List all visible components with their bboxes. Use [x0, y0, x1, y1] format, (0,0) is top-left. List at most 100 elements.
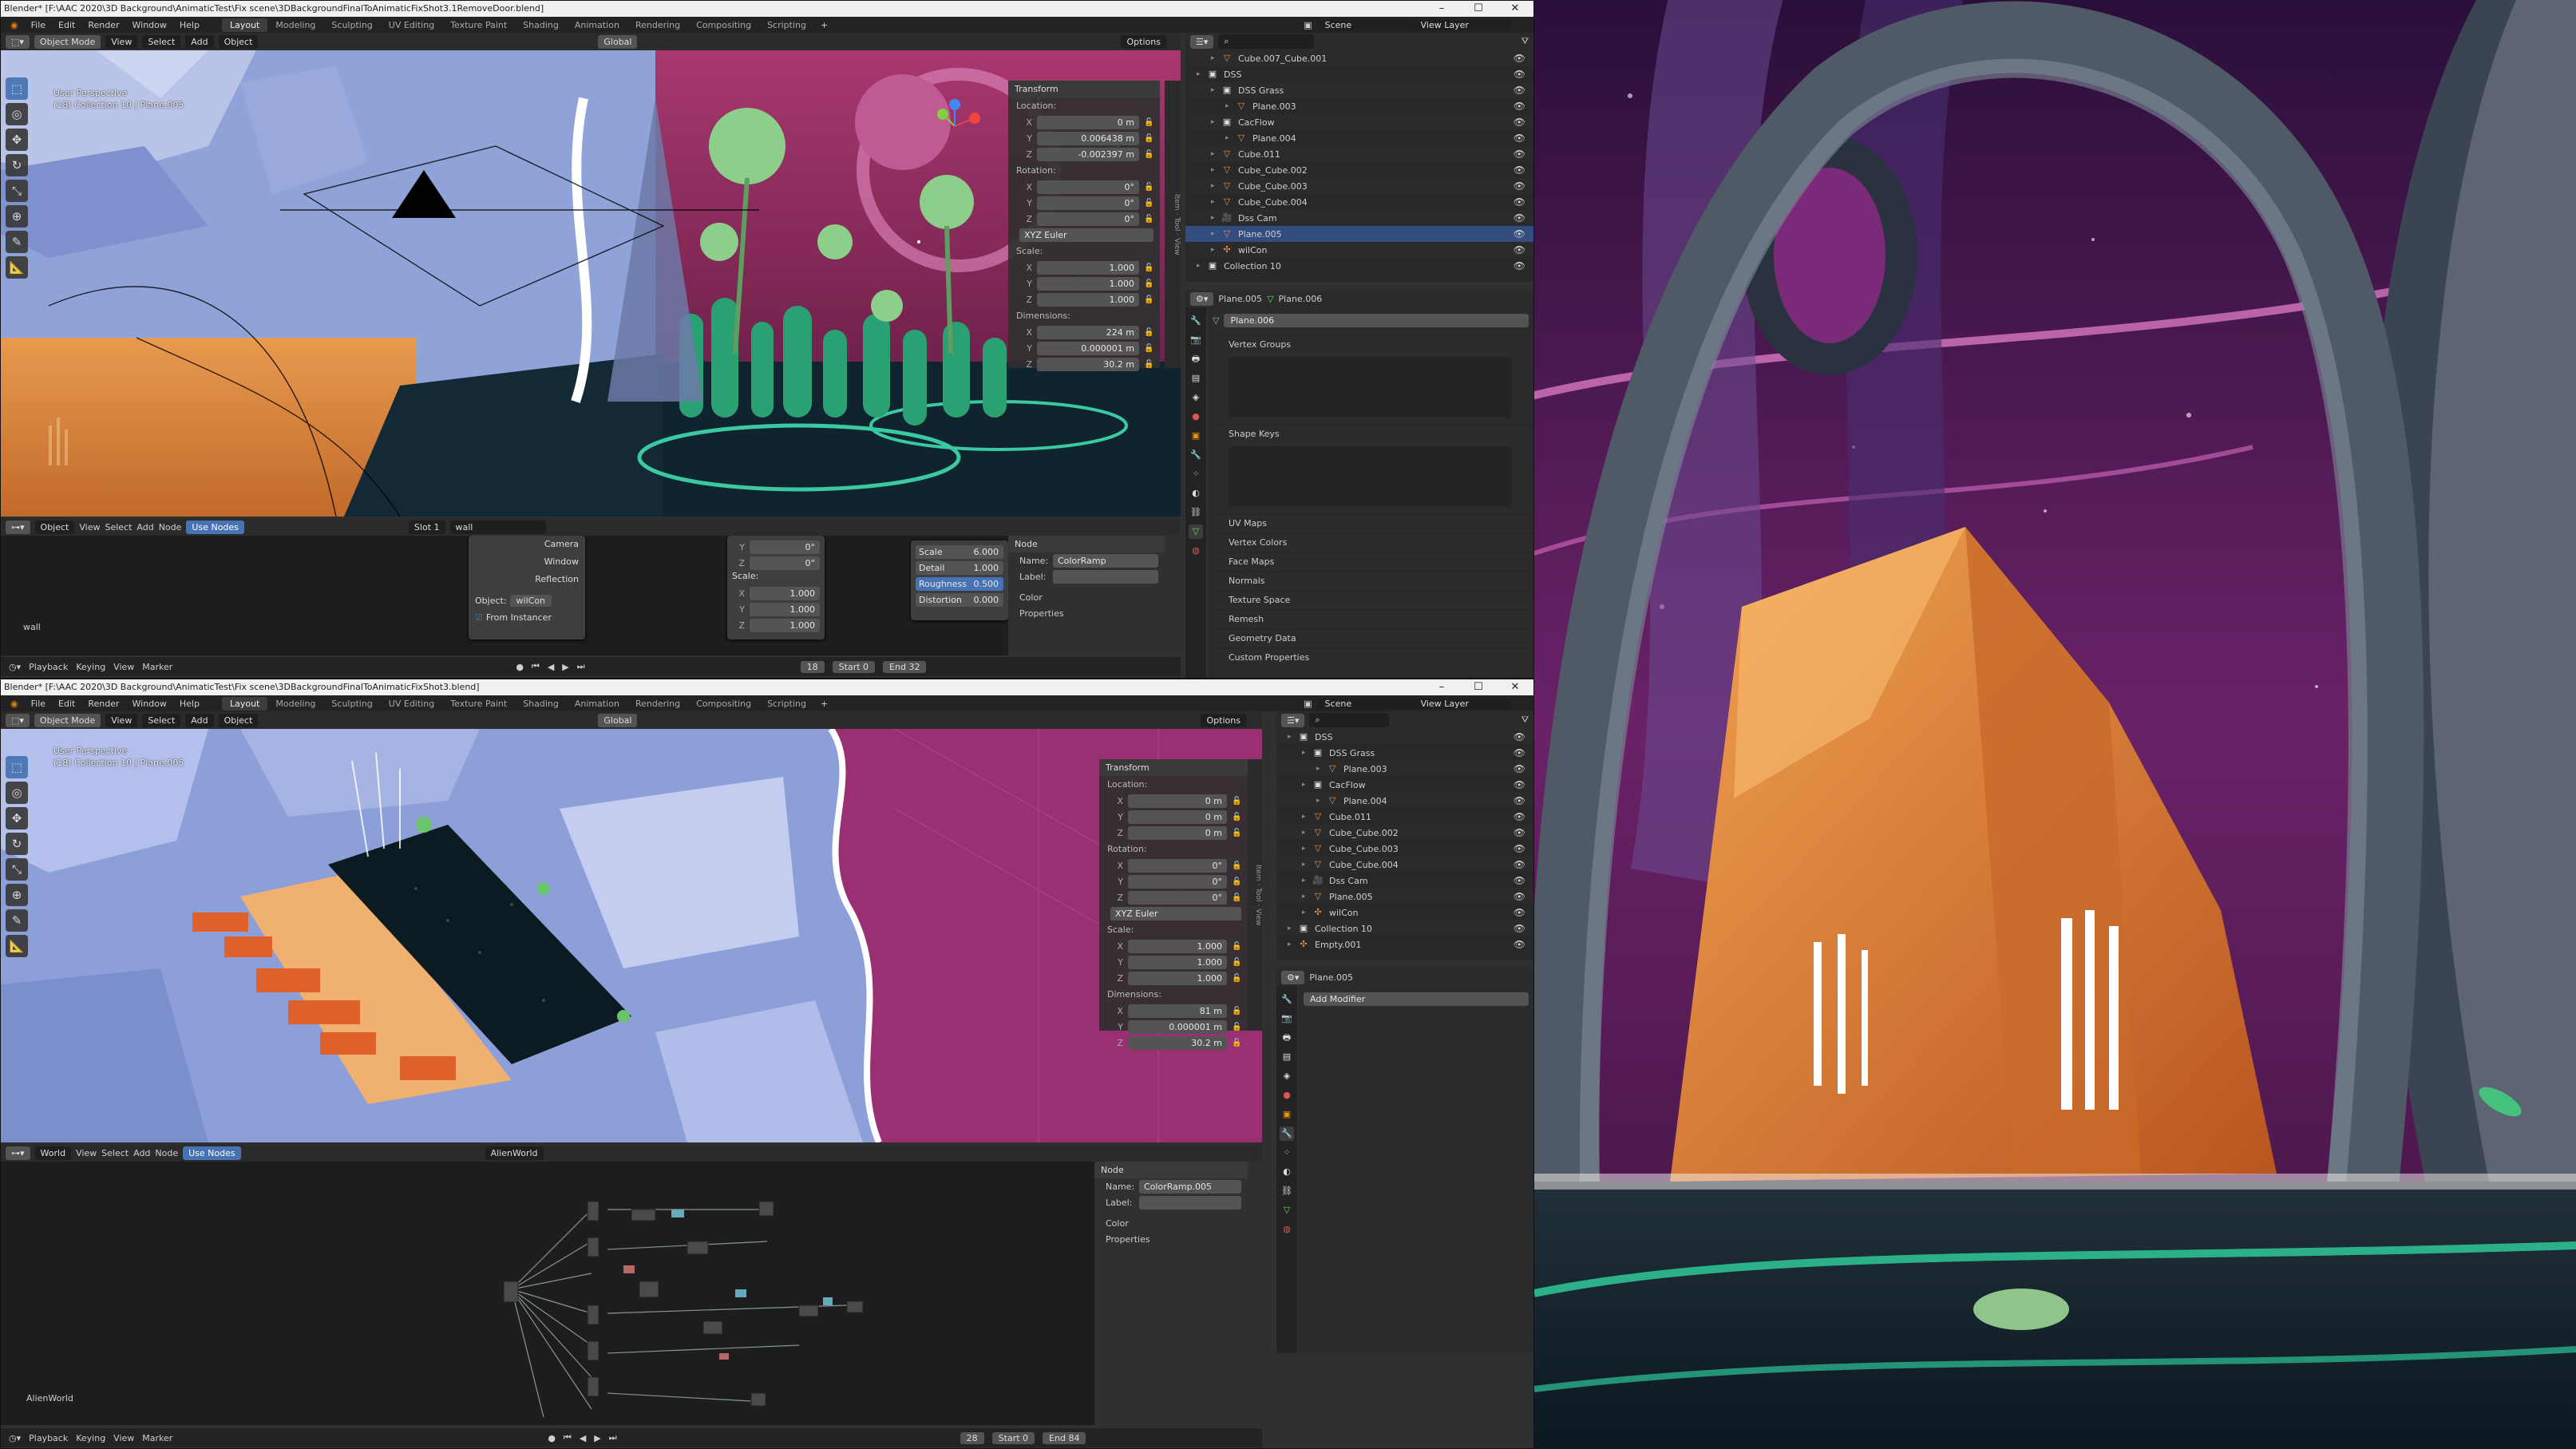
expand-arrow-icon[interactable]: ▸ — [1316, 765, 1326, 773]
current-frame-field[interactable]: 18 — [800, 660, 825, 673]
view-layer-tab-icon[interactable]: ▤ — [1189, 371, 1203, 386]
transform-tool-icon[interactable]: ⊕ — [6, 884, 28, 906]
lock-icon[interactable]: 🔓 — [1232, 958, 1241, 967]
outliner-editor-type[interactable]: ☰▾ — [1281, 713, 1305, 727]
data-tab-icon[interactable]: ▽ — [1280, 1203, 1294, 1217]
select-box-tool-icon[interactable]: ⬚ — [6, 77, 28, 100]
node-editor-type[interactable]: ⊶▾ — [6, 520, 30, 534]
tab-rendering[interactable]: Rendering — [627, 18, 688, 32]
options-menu[interactable]: Options — [1201, 713, 1246, 727]
visibility-eye-icon[interactable]: 👁 — [1514, 811, 1525, 822]
expand-arrow-icon[interactable]: ▸ — [1288, 940, 1297, 948]
visibility-eye-icon[interactable]: 👁 — [1514, 180, 1525, 192]
material-select[interactable]: wall — [449, 520, 546, 534]
lock-icon[interactable]: 🔓 — [1232, 1023, 1241, 1031]
lock-icon[interactable]: 🔓 — [1232, 893, 1241, 902]
node-view-menu[interactable]: View — [76, 1148, 97, 1158]
expand-arrow-icon[interactable]: ▸ — [1197, 262, 1206, 270]
mode-selector[interactable]: Object Mode — [34, 34, 101, 49]
tab-scripting[interactable]: Scripting — [759, 697, 814, 711]
node-label-field[interactable] — [1053, 569, 1158, 584]
expand-arrow-icon[interactable]: ▸ — [1302, 829, 1312, 837]
material-tab-icon[interactable]: ◍ — [1280, 1222, 1294, 1237]
noise-texture-node[interactable]: Scale 6.000 Detail 1.000 Roughness 0.500 Di… — [911, 540, 1008, 620]
rotation-field[interactable]: 0° — [1128, 890, 1227, 905]
node-view-menu[interactable]: View — [79, 522, 100, 532]
outliner-item[interactable]: ▸ ▽ Plane.004 👁 — [1185, 130, 1533, 146]
noise-roughness-value[interactable]: 0.500 — [974, 577, 999, 591]
texture-coordinate-node[interactable]: Camera Window Reflection Object: wilCon ☑… — [469, 536, 585, 639]
visibility-eye-icon[interactable]: 👁 — [1514, 907, 1525, 918]
location-field[interactable]: 0 m — [1128, 810, 1227, 824]
tab-uv-editing[interactable]: UV Editing — [381, 18, 442, 32]
expand-arrow-icon[interactable]: ▸ — [1211, 230, 1221, 238]
node-editor-canvas[interactable]: AlienWorld — [1, 1162, 1094, 1425]
use-nodes-checkbox[interactable]: Use Nodes — [183, 1146, 241, 1160]
location-field[interactable]: 0 m — [1128, 825, 1227, 840]
section-face-maps[interactable]: Face Maps — [1208, 552, 1533, 571]
node-section-header[interactable]: Node — [1094, 1162, 1248, 1178]
tab-sculpting[interactable]: Sculpting — [323, 697, 380, 711]
outliner-item[interactable]: ▸ 🎥 Dss Cam 👁 — [1276, 873, 1533, 889]
expand-arrow-icon[interactable]: ▸ — [1288, 924, 1297, 932]
select-menu[interactable]: Select — [142, 34, 181, 49]
add-menu[interactable]: Add — [185, 713, 214, 727]
lock-icon[interactable]: 🔓 — [1144, 118, 1153, 127]
tab-rendering[interactable]: Rendering — [627, 697, 688, 711]
options-menu[interactable]: Options — [1121, 34, 1166, 49]
visibility-eye-icon[interactable]: 👁 — [1514, 69, 1525, 80]
sidebar-tabs[interactable]: Item · Tool · View — [1248, 759, 1262, 1031]
scale-field[interactable]: 1.000 — [1037, 292, 1139, 307]
annotate-tool-icon[interactable]: ✎ — [6, 231, 28, 253]
outliner-editor-type[interactable]: ☰▾ — [1190, 34, 1214, 49]
transform-tool-icon[interactable]: ⊕ — [6, 205, 28, 228]
mapping-node[interactable]: Y 0° Z 0° Scale: X 1.000 Y 1.000 Z 1.000 — [727, 536, 825, 639]
expand-arrow-icon[interactable]: ▸ — [1302, 813, 1312, 821]
transform-orientation[interactable]: Global — [598, 713, 638, 727]
node-node-menu[interactable]: Node — [155, 1148, 178, 1158]
editor-type-button[interactable]: ⬚▾ — [6, 34, 30, 49]
end-frame-field[interactable]: End 84 — [1043, 1431, 1086, 1444]
shader-type-select[interactable]: Object — [34, 520, 75, 534]
lock-icon[interactable]: 🔓 — [1232, 1039, 1241, 1047]
visibility-eye-icon[interactable]: 👁 — [1514, 827, 1525, 838]
menu-window[interactable]: Window — [126, 20, 173, 30]
rotation-field[interactable]: 0° — [1037, 212, 1139, 226]
lock-icon[interactable]: 🔓 — [1144, 328, 1153, 337]
cursor-tool-icon[interactable]: ◎ — [6, 103, 28, 125]
output-tab-icon[interactable]: 🖶 — [1189, 352, 1203, 366]
add-workspace-icon[interactable]: + — [814, 699, 834, 709]
transform-orientation[interactable]: Global — [598, 34, 638, 49]
start-frame-field[interactable]: Start 0 — [991, 1431, 1035, 1444]
node-select-menu[interactable]: Select — [101, 1148, 129, 1158]
tab-uv-editing[interactable]: UV Editing — [381, 697, 442, 711]
object-tab-icon[interactable]: ▣ — [1280, 1107, 1294, 1122]
editor-type-button[interactable]: ⬚▾ — [6, 713, 30, 727]
play-reverse-icon[interactable]: ◀ — [548, 662, 554, 672]
material-tab-icon[interactable]: ◍ — [1189, 544, 1203, 558]
visibility-eye-icon[interactable]: 👁 — [1514, 228, 1525, 240]
scale-field[interactable]: 1.000 — [1037, 260, 1139, 275]
expand-arrow-icon[interactable]: ▸ — [1211, 166, 1221, 174]
view-menu[interactable]: View — [105, 34, 138, 49]
lock-icon[interactable]: 🔓 — [1144, 183, 1153, 192]
close-icon[interactable]: ✕ — [1497, 1, 1533, 17]
minimize-icon[interactable]: – — [1423, 679, 1460, 695]
node-add-menu[interactable]: Add — [133, 1148, 150, 1158]
visibility-eye-icon[interactable]: 👁 — [1514, 196, 1525, 208]
sidebar-tabs[interactable]: Item · Tool · View — [1165, 81, 1181, 368]
timeline-editor-icon[interactable]: ◷▾ — [9, 662, 21, 672]
visibility-eye-icon[interactable]: 👁 — [1514, 53, 1525, 64]
physics-tab-icon[interactable]: ◐ — [1189, 486, 1203, 501]
lock-icon[interactable]: 🔓 — [1144, 150, 1153, 159]
visibility-eye-icon[interactable]: 👁 — [1514, 779, 1525, 790]
modifier-tab-icon[interactable]: 🔧 — [1280, 1126, 1294, 1141]
expand-arrow-icon[interactable]: ▸ — [1211, 246, 1221, 254]
tab-shading[interactable]: Shading — [515, 18, 567, 32]
end-frame-field[interactable]: End 32 — [883, 660, 927, 673]
visibility-eye-icon[interactable]: 👁 — [1514, 260, 1525, 271]
world-select[interactable]: AlienWorld — [485, 1146, 544, 1160]
outliner-item[interactable]: ▸ ▣ DSS Grass 👁 — [1276, 745, 1533, 761]
menu-window[interactable]: Window — [126, 699, 173, 709]
node-select-menu[interactable]: Select — [105, 522, 132, 532]
